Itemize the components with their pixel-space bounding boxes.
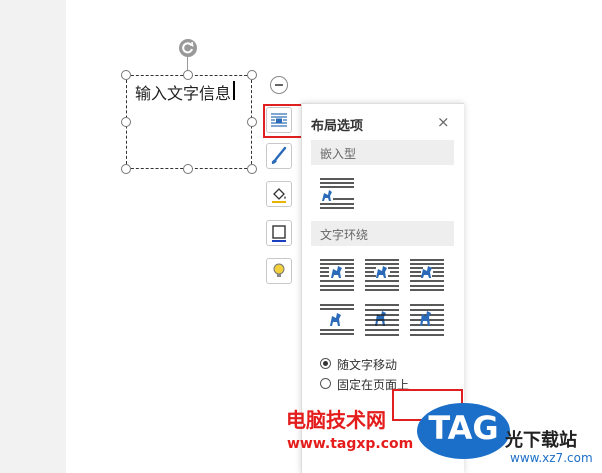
radio-fix-on-page[interactable] — [320, 378, 331, 389]
resize-handle-top-left[interactable] — [121, 70, 131, 80]
rotate-connector — [187, 57, 188, 70]
resize-handle-bottom-right[interactable] — [247, 164, 257, 174]
outline-icon — [272, 225, 286, 242]
wrap-square-icon — [320, 259, 354, 291]
wrap-inline-option[interactable] — [319, 177, 355, 211]
collapse-toolbar-icon[interactable] — [270, 76, 288, 94]
wrap-behind-text-option[interactable] — [364, 303, 400, 337]
wrap-in-front-option[interactable] — [409, 303, 445, 337]
wrap-top-bottom-icon — [320, 304, 354, 335]
wrap-behind-text-icon — [365, 304, 399, 336]
radio-move-with-text[interactable] — [320, 358, 331, 369]
watermark-download: 光下载站 — [505, 430, 577, 451]
section-inline-label: 嵌入型 — [320, 147, 357, 161]
wrap-in-front-icon — [410, 304, 444, 336]
fill-button[interactable] — [266, 181, 292, 207]
resize-handle-bottom[interactable] — [183, 164, 193, 174]
shape-style-button[interactable] — [266, 143, 292, 169]
radio-move-with-text-label[interactable]: 随文字移动 — [337, 356, 397, 373]
wrap-through-icon — [410, 259, 444, 291]
brush-icon — [271, 146, 287, 164]
text-box-content[interactable]: 输入文字信息 — [135, 80, 231, 104]
section-wrap-label: 文字环绕 — [320, 228, 369, 242]
resize-handle-right[interactable] — [247, 117, 257, 127]
wrap-top-bottom-option[interactable] — [319, 303, 355, 337]
text-cursor — [233, 81, 235, 100]
tag-logo-text: TAG — [428, 409, 499, 447]
wrap-square-option[interactable] — [319, 258, 355, 292]
wrap-tight-option[interactable] — [364, 258, 400, 292]
resize-handle-top-right[interactable] — [247, 70, 257, 80]
resize-handle-bottom-left[interactable] — [121, 164, 131, 174]
rotate-icon[interactable] — [179, 39, 197, 57]
smart-tips-button[interactable] — [266, 258, 292, 284]
outline-button[interactable] — [266, 220, 292, 246]
close-icon[interactable]: × — [437, 113, 450, 131]
resize-handle-top[interactable] — [183, 70, 193, 80]
wrap-through-option[interactable] — [409, 258, 445, 292]
lightbulb-icon — [273, 263, 285, 277]
resize-handle-left[interactable] — [121, 117, 131, 127]
watermark-download-url: www.xz7.com — [510, 451, 593, 465]
watermark-site-name: 电脑技术网 — [286, 408, 386, 432]
fill-bucket-icon — [272, 188, 286, 203]
panel-title: 布局选项 — [311, 119, 364, 134]
wrap-tight-icon — [365, 259, 399, 291]
watermark-url: www.tagxp.com — [287, 436, 414, 452]
wrap-inline-icon — [320, 178, 354, 209]
